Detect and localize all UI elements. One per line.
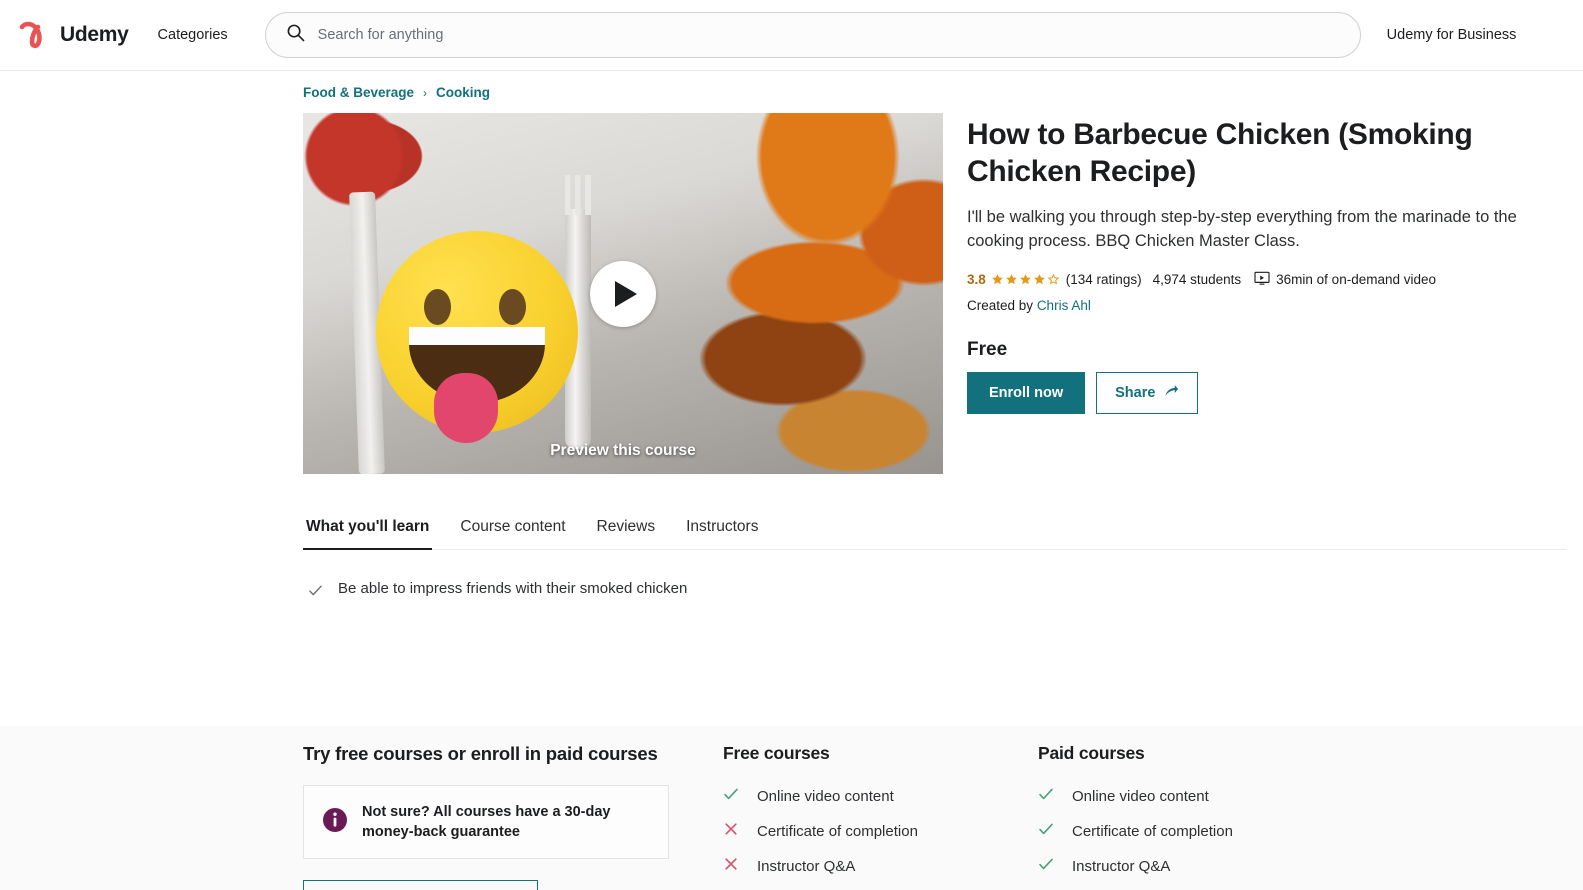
udemy-logo-text: Udemy [60,23,129,46]
ratings-count: (134 ratings) [1065,271,1142,287]
breadcrumb-separator-icon: › [423,85,428,100]
enroll-now-button[interactable]: Enroll now [967,371,1086,414]
cross-icon [723,856,739,876]
compare-left-column: Try free courses or enroll in paid cours… [303,743,723,890]
feature-label: Certificate of completion [757,822,918,840]
list-item: Certificate of completion [1038,821,1353,841]
course-price: Free [967,338,1008,360]
search-bar[interactable] [264,12,1361,58]
breadcrumb: Food & Beverage › Cooking [303,71,1583,100]
feature-label: Certificate of completion [1072,822,1233,840]
feature-label: Instructor Q&A [757,857,856,875]
search-icon [286,23,305,47]
tab-course-content[interactable]: Course content [457,518,568,549]
video-monitor-icon [1254,271,1276,288]
star-empty-icon [1047,273,1060,285]
site-header: Udemy Categories Udemy for Business [0,0,1583,71]
course-info-panel: How to Barbecue Chicken (Smoking Chicken… [967,113,1583,474]
udemy-for-business-link[interactable]: Udemy for Business [1387,27,1517,43]
check-icon [1038,821,1054,841]
learning-objective-text: Be able to impress friends with their sm… [338,580,688,597]
feature-label: Online video content [757,787,894,805]
preview-course-label: Preview this course [550,442,696,459]
list-item: Online video content [723,786,1038,806]
course-meta-row: 3.8 (134 ratings) 4,974 students 36min o… [967,271,1583,288]
star-filled-icon [991,273,1003,284]
list-item: Certificate of completion [723,821,1038,841]
course-duration: 36min of on-demand video [1276,271,1437,287]
compare-heading: Try free courses or enroll in paid cours… [303,743,658,764]
free-courses-column: Free courses Online video content Certif… [723,743,1038,890]
view-paid-courses-button[interactable]: View paid Cooking courses [303,880,538,890]
star-filled-icon [1019,273,1031,284]
tab-instructors[interactable]: Instructors [683,518,761,549]
star-filled-icon [1033,273,1045,284]
cta-row: Enroll now Share [967,371,1583,414]
info-icon [322,807,348,838]
udemy-logo-link[interactable]: Udemy [18,18,129,52]
compare-courses-section: Try free courses or enroll in paid cours… [0,726,1583,890]
instructor-link[interactable]: Chris Ahl [1037,298,1091,313]
money-back-guarantee-callout: Not sure? All courses have a 30-day mone… [303,785,669,859]
list-item: Online video content [1038,786,1353,806]
tab-reviews[interactable]: Reviews [594,518,659,549]
feature-label: Online video content [1072,787,1209,805]
search-input[interactable] [317,13,1340,57]
students-count: 4,974 students [1152,271,1242,287]
check-icon [723,786,739,806]
content-container: Food & Beverage › Cooking Preview this c [303,71,1583,602]
course-description: I'll be walking you through step-by-step… [967,208,1517,250]
list-item: Instructor Q&A [723,856,1038,876]
share-button[interactable]: Share [1096,371,1199,414]
share-arrow-icon [1164,383,1179,402]
course-preview-video[interactable]: Preview this course [303,113,943,474]
tab-what-youll-learn[interactable]: What you'll learn [303,518,433,550]
compare-columns: Try free courses or enroll in paid cours… [303,726,1583,890]
list-item: Be able to impress friends with their sm… [308,580,1583,602]
star-rating [991,273,1060,286]
what-youll-learn-list: Be able to impress friends with their sm… [303,580,1583,602]
play-icon[interactable] [590,260,656,327]
share-button-label: Share [1115,384,1156,401]
paid-courses-column: Paid courses Online video content Certif… [1038,743,1353,890]
free-courses-feature-list: Online video content Certificate of comp… [723,786,1038,890]
created-by-row: Created by Chris Ahl [967,298,1583,313]
feature-label: Instructor Q&A [1072,857,1171,875]
emoji-overlay-icon [376,231,578,443]
guarantee-text: Not sure? All courses have a 30-day mone… [362,804,611,840]
check-icon [1038,856,1054,876]
cross-icon [723,821,739,841]
list-item: Instructor Q&A [1038,856,1353,876]
page-body: Food & Beverage › Cooking Preview this c [0,71,1583,890]
breadcrumb-item-cooking[interactable]: Cooking [436,85,490,100]
star-filled-icon [1005,273,1017,284]
free-courses-heading: Free courses [723,743,830,763]
course-hero: Preview this course How to Barbecue Chic… [303,113,1583,474]
course-tabs: What you'll learn Course content Reviews… [303,518,1567,550]
paid-courses-heading: Paid courses [1038,743,1145,763]
created-by-label: Created by [967,297,1034,313]
nav-categories[interactable]: Categories [158,27,228,43]
breadcrumb-item-food-beverage[interactable]: Food & Beverage [303,85,414,100]
course-title: How to Barbecue Chicken (Smoking Chicken… [967,118,1473,188]
check-icon [1038,786,1054,806]
rating-value: 3.8 [967,271,986,287]
paid-courses-feature-list: Online video content Certificate of comp… [1038,786,1353,890]
check-icon [308,580,323,602]
udemy-logo-icon [18,18,52,52]
